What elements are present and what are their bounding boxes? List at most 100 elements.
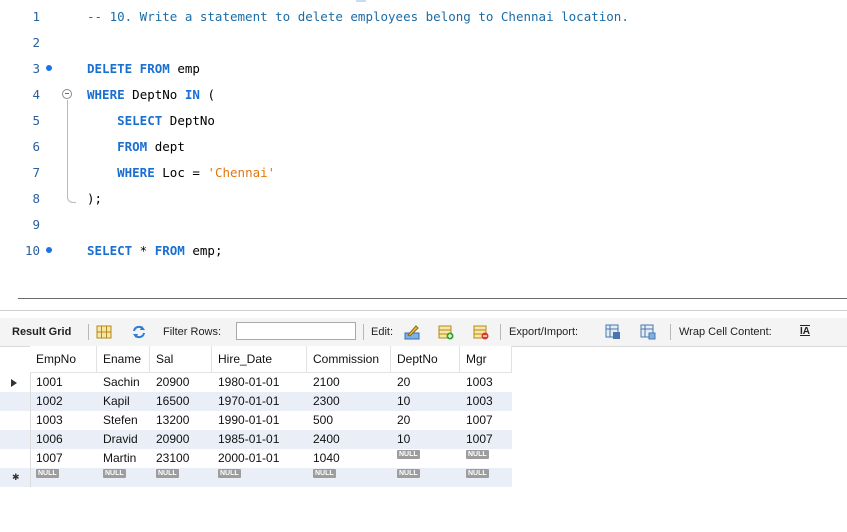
grid-cell[interactable]: 20900 [150,373,212,392]
grid-cell[interactable]: 10 [391,430,460,449]
column-header[interactable]: Mgr [460,346,512,373]
row-indicator[interactable] [0,392,31,411]
grid-cell[interactable]: 1001 [30,373,97,392]
grid-cell[interactable]: 10 [391,392,460,411]
null-badge: NULL [36,469,59,478]
code-text: SELECT * FROM emp; [87,238,222,264]
grid-cell[interactable]: 1970-01-01 [212,392,307,411]
grid-cell[interactable]: Martin [97,449,150,468]
code-token: ( [199,87,215,102]
grid-cell[interactable]: 20 [391,411,460,430]
code-text: FROM dept [87,134,185,160]
line-number: 5 [32,113,40,128]
row-indicator[interactable] [0,449,31,468]
grid-cell[interactable]: NULL [391,449,460,468]
grid-cell[interactable]: NULL [391,468,460,487]
grid-cell[interactable]: 500 [307,411,391,430]
line-number: 10 [24,243,40,258]
grid-cell[interactable]: Sachin [97,373,150,392]
delete-row-icon[interactable] [473,324,489,340]
null-badge: NULL [466,450,489,459]
row-indicator[interactable]: ✱ [0,468,31,487]
table-row[interactable]: 1001 Sachin 20900 1980-01-01 2100 20 1003 [0,373,512,392]
code-line[interactable]: 7 WHERE Loc = 'Chennai' [0,160,847,186]
line-number: 7 [32,165,40,180]
export-icon[interactable] [605,324,621,340]
grid-cell[interactable]: 1980-01-01 [212,373,307,392]
row-indicator-header [0,346,31,373]
row-indicator[interactable] [0,411,31,430]
import-icon[interactable] [640,324,656,340]
code-line[interactable]: 1 -- 10. Write a statement to delete empl… [0,4,847,30]
new-row[interactable]: ✱ NULL NULL NULL NULL NULL NULL NULL [0,468,512,487]
grid-cell[interactable]: 1007 [460,430,512,449]
code-token: FROM [154,243,185,258]
grid-cell[interactable]: NULL [150,468,212,487]
grid-view-icon[interactable] [96,324,112,340]
code-line[interactable]: 10 SELECT * FROM emp; [0,238,847,264]
table-row[interactable]: 1007 Martin 23100 2000-01-01 1040 NULL NULL [0,449,512,468]
edit-row-icon[interactable] [404,324,420,340]
table-row[interactable]: 1003 Stefen 13200 1990-01-01 500 20 1007 [0,411,512,430]
code-text: WHERE Loc = 'Chennai' [87,160,275,186]
grid-cell[interactable]: Kapil [97,392,150,411]
column-header[interactable]: Commission [307,346,391,373]
code-line[interactable]: 5 SELECT DeptNo [0,108,847,134]
code-token: ); [87,191,103,206]
code-line[interactable]: 4 WHERE DeptNo IN ( [0,82,847,108]
column-header[interactable]: Ename [97,346,150,373]
refresh-icon[interactable] [131,324,147,340]
grid-cell[interactable]: 2000-01-01 [212,449,307,468]
grid-cell[interactable]: Stefen [97,411,150,430]
code-line[interactable]: 2 [0,30,847,56]
grid-cell[interactable]: NULL [460,468,512,487]
column-header[interactable]: Hire_Date [212,346,307,373]
table-row[interactable]: 1002 Kapil 16500 1970-01-01 2300 10 1003 [0,392,512,411]
code-line[interactable]: 8); [0,186,847,212]
column-header[interactable]: EmpNo [30,346,97,373]
grid-cell[interactable]: 16500 [150,392,212,411]
grid-cell[interactable]: 20900 [150,430,212,449]
toolbar-separator [88,324,89,340]
grid-cell[interactable]: 1003 [30,411,97,430]
grid-cell[interactable]: 1003 [460,392,512,411]
row-indicator[interactable] [0,373,31,392]
grid-cell[interactable]: 1007 [460,411,512,430]
grid-body: 1001 Sachin 20900 1980-01-01 2100 20 1003 1002 K… [0,373,512,487]
fold-toggle-icon[interactable] [62,89,72,99]
code-line[interactable]: 9 [0,212,847,238]
grid-cell[interactable]: 1002 [30,392,97,411]
grid-cell[interactable]: 1985-01-01 [212,430,307,449]
grid-cell[interactable]: NULL [97,468,150,487]
add-row-icon[interactable] [438,324,454,340]
code-text: -- 10. Write a statement to delete emplo… [87,4,629,30]
grid-cell[interactable]: 1007 [30,449,97,468]
grid-cell[interactable]: Dravid [97,430,150,449]
filter-rows-input[interactable] [236,322,356,340]
grid-cell[interactable]: 13200 [150,411,212,430]
result-grid-tab[interactable]: Result Grid [12,318,71,346]
row-indicator[interactable] [0,430,31,449]
grid-cell[interactable]: NULL [307,468,391,487]
grid-cell[interactable]: NULL [460,449,512,468]
grid-cell[interactable]: NULL [212,468,307,487]
code-token: DeptNo [162,113,215,128]
grid-cell[interactable]: 1990-01-01 [212,411,307,430]
code-line[interactable]: 6 FROM dept [0,134,847,160]
grid-cell[interactable]: 2100 [307,373,391,392]
grid-cell[interactable]: 2300 [307,392,391,411]
column-header[interactable]: DeptNo [391,346,460,373]
grid-cell[interactable]: 20 [391,373,460,392]
grid-cell[interactable]: 2400 [307,430,391,449]
sql-editor[interactable]: 1 -- 10. Write a statement to delete empl… [0,0,847,272]
grid-cell[interactable]: NULL [30,468,97,487]
grid-cell[interactable]: 1040 [307,449,391,468]
code-line[interactable]: 3 DELETE FROM emp [0,56,847,82]
panel-splitter[interactable] [0,290,847,316]
grid-cell[interactable]: 1006 [30,430,97,449]
table-row[interactable]: 1006 Dravid 20900 1985-01-01 2400 10 1007 [0,430,512,449]
grid-cell[interactable]: 1003 [460,373,512,392]
grid-cell[interactable]: 23100 [150,449,212,468]
wrap-cell-icon[interactable]: IA [800,318,810,346]
column-header[interactable]: Sal [150,346,212,373]
